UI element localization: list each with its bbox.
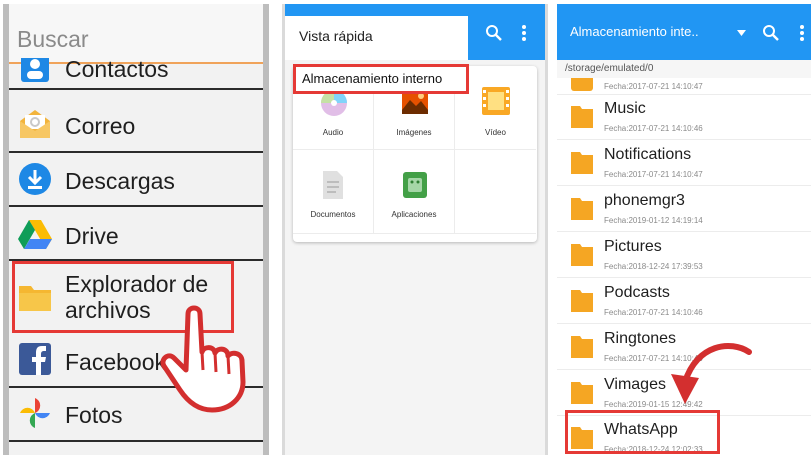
divider [9, 205, 263, 207]
file-row[interactable]: phonemgr3 Fecha:2019-01-12 14:19:14 [557, 187, 811, 232]
divider [9, 151, 263, 153]
folder-icon [571, 336, 593, 358]
file-date: Fecha:2017-07-21 14:10:47 [604, 170, 703, 179]
folder-icon [571, 382, 593, 404]
file-date: Fecha:2017-07-21 14:10:46 [604, 308, 703, 317]
file-name: Podcasts [604, 284, 670, 301]
app-item-drive[interactable]: Drive [9, 210, 263, 260]
file-date: Fecha:2019-01-12 14:19:14 [604, 216, 703, 225]
folder-icon [571, 152, 593, 174]
app-label: Contactos [65, 58, 169, 82]
android-icon [403, 172, 427, 198]
highlight-box[interactable]: Almacenamiento interno [293, 64, 469, 94]
toolbar: Almacenamiento inte.. [557, 4, 811, 60]
folder-icon [571, 290, 593, 312]
tile-empty [455, 150, 536, 234]
file-name: phonemgr3 [604, 192, 685, 209]
app-item-correo[interactable]: Correo [9, 101, 263, 151]
file-name: Music [604, 100, 646, 117]
download-icon [19, 163, 51, 195]
file-list-panel: Almacenamiento inte.. /storage/emulated/… [557, 4, 811, 455]
app-item-contactos[interactable]: Contactos [9, 58, 263, 88]
chevron-down-icon[interactable] [737, 30, 746, 36]
pointing-hand-icon [160, 305, 246, 413]
file-row[interactable]: Notifications Fecha:2017-07-21 14:10:47 [557, 141, 811, 186]
tile-label: Audio [322, 128, 344, 137]
search-icon[interactable] [762, 24, 780, 42]
facebook-icon [19, 343, 51, 375]
file-row[interactable]: Pictures Fecha:2018-12-24 17:39:53 [557, 233, 811, 278]
app-label: Fotos [65, 402, 123, 428]
tab-vista-rapida[interactable]: Vista rápida [285, 16, 468, 60]
storage-title[interactable]: Almacenamiento inte.. [570, 24, 699, 39]
file-date: Fecha:2018-12-24 17:39:53 [604, 262, 703, 271]
tile-label: Vídeo [485, 128, 506, 137]
file-name: Vimages [604, 376, 666, 393]
app-drawer-panel: Buscar Contactos Correo Descargas Drive … [0, 0, 272, 457]
app-label: Drive [65, 223, 119, 249]
photos-icon [20, 398, 50, 428]
breadcrumb: /storage/emulated/0 [557, 60, 811, 78]
file-row[interactable]: Fecha:2017-07-21 14:10:47 [557, 78, 811, 95]
arrow-icon [671, 343, 752, 404]
app-item-descargas[interactable]: Descargas [9, 155, 263, 205]
file-row[interactable]: Music Fecha:2017-07-21 14:10:46 [557, 95, 811, 140]
divider [9, 88, 263, 90]
app-label: Facebook [65, 349, 167, 375]
video-icon [482, 87, 510, 115]
tile-label: Imágenes [396, 128, 432, 137]
internal-storage-label: Almacenamiento interno [302, 71, 443, 86]
app-label: Descargas [65, 168, 175, 194]
divider [9, 440, 263, 442]
search-placeholder: Buscar [17, 26, 89, 52]
file-name: Pictures [604, 238, 662, 255]
search-icon[interactable] [485, 24, 503, 42]
file-name: Notifications [604, 146, 692, 163]
document-icon [323, 171, 343, 199]
drive-icon [18, 220, 52, 249]
file-date: Fecha:2017-07-21 14:10:47 [604, 82, 703, 91]
tab-label: Vista rápida [299, 28, 373, 44]
file-row[interactable]: Podcasts Fecha:2017-07-21 14:10:46 [557, 279, 811, 324]
highlight-box [565, 410, 720, 454]
contacts-icon [21, 58, 49, 82]
folder-icon [571, 78, 593, 91]
tile-aplicaciones[interactable]: Aplicaciones [374, 150, 455, 234]
folder-icon [571, 198, 593, 220]
tile-documentos[interactable]: Documentos [293, 150, 374, 234]
file-date: Fecha:2017-07-21 14:10:46 [604, 124, 703, 133]
mail-icon [20, 110, 50, 138]
folder-icon [571, 106, 593, 128]
tile-label: Aplicaciones [391, 210, 437, 219]
search-input[interactable]: Buscar [9, 4, 263, 64]
quick-view-panel: Vista rápida Audio Imágenes Vídeo Docume… [282, 4, 548, 455]
folder-icon [571, 244, 593, 266]
tile-label: Documentos [310, 210, 356, 219]
more-options-icon[interactable] [799, 24, 805, 42]
app-label: Correo [65, 113, 136, 139]
more-options-icon[interactable] [521, 24, 527, 42]
